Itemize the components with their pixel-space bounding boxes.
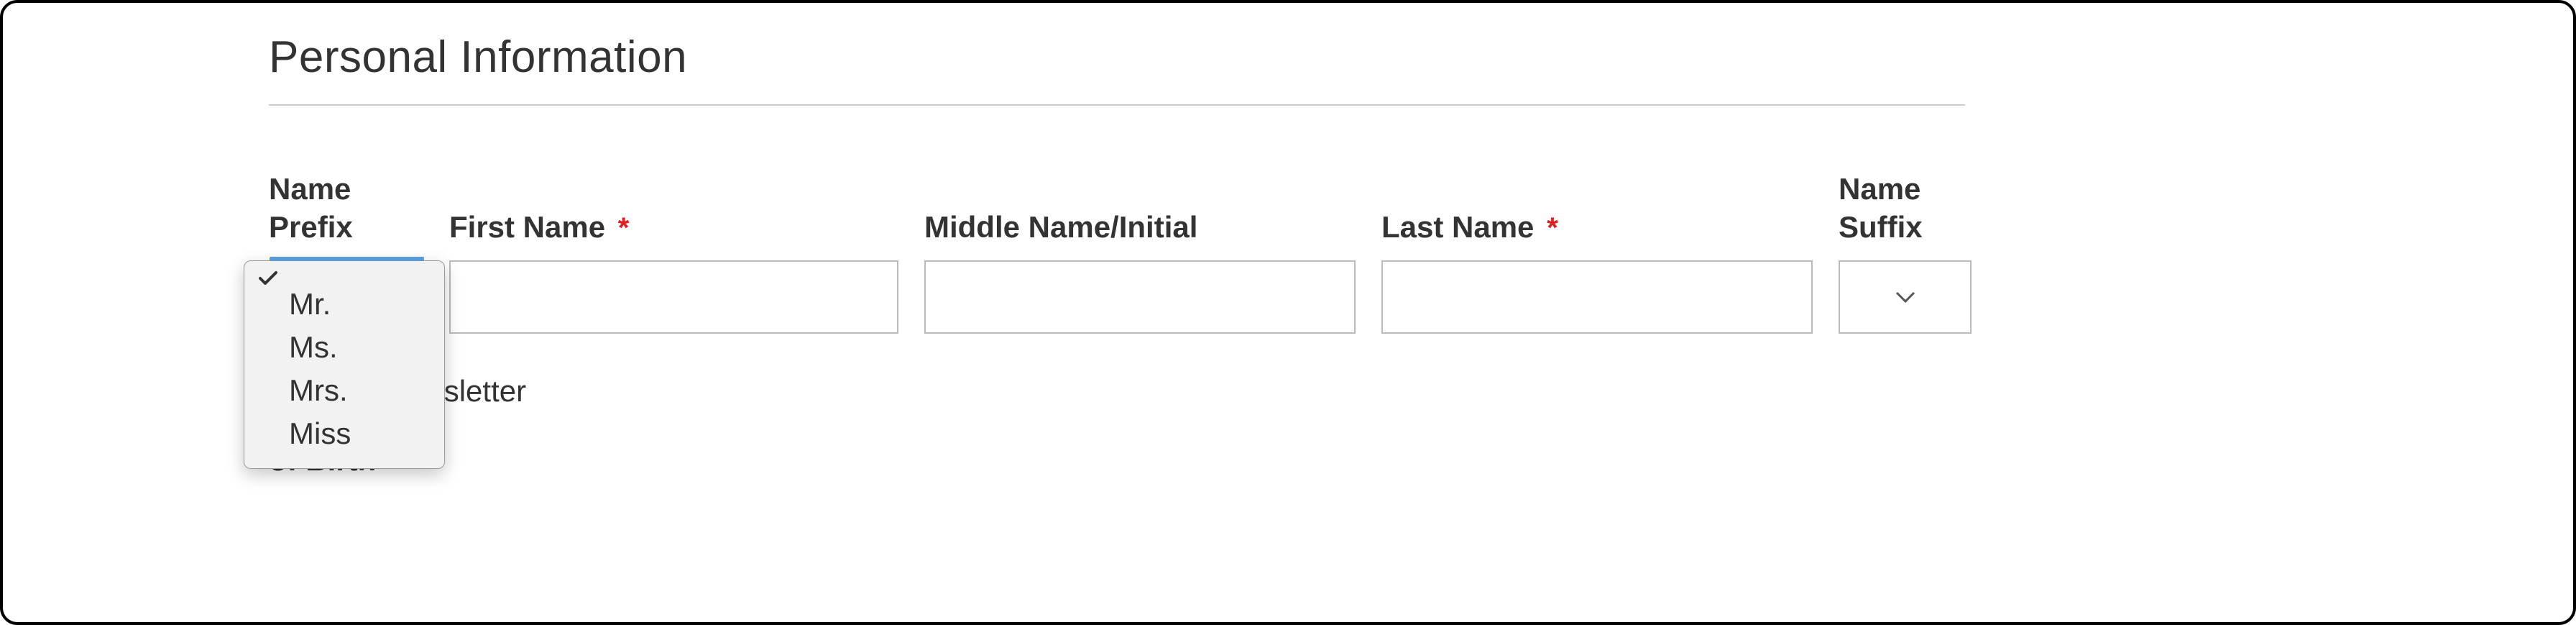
first-name-required-star: * [618,212,630,244]
prefix-option-blank[interactable] [244,274,444,283]
chevron-down-icon [1894,290,1917,304]
last-name-group: Last Name * [1381,209,1813,334]
middle-name-input[interactable] [924,260,1356,334]
last-name-label-text: Last Name [1381,210,1534,244]
name-suffix-group: Name Suffix [1839,170,1972,334]
content-area: Personal Information Name Prefix [3,3,2573,478]
section-divider [269,104,1965,106]
name-prefix-label-line2: Prefix [269,210,353,244]
prefix-focus-indicator [270,257,424,261]
name-prefix-label-line1: Name [269,172,351,206]
prefix-option-mrs[interactable]: Mrs. [244,369,444,412]
prefix-option-ms[interactable]: Ms. [244,326,444,369]
first-name-label: First Name * [449,209,898,247]
prefix-option-mr-label: Mr. [289,287,331,321]
prefix-option-miss[interactable]: Miss [244,412,444,455]
name-field-row: Name Prefix Mr. [269,170,2530,334]
middle-name-group: Middle Name/Initial [924,209,1356,334]
name-prefix-label: Name Prefix [269,170,423,246]
main-frame: Personal Information Name Prefix [0,0,2576,625]
last-name-label: Last Name * [1381,209,1813,247]
date-of-birth-label: of Birth [269,443,2530,478]
first-name-group: First Name * [449,209,898,334]
first-name-input[interactable] [449,260,898,334]
name-prefix-group: Name Prefix Mr. [269,170,423,334]
prefix-option-miss-label: Miss [289,416,351,450]
name-suffix-select[interactable] [1839,260,1972,334]
name-suffix-label: Name Suffix [1839,170,1972,246]
below-row: p for Newsletter of Birth [269,374,2530,478]
name-suffix-label-line2: Suffix [1839,210,1923,244]
prefix-option-mrs-label: Mrs. [289,373,348,407]
last-name-required-star: * [1547,212,1558,244]
section-title: Personal Information [269,32,2530,83]
last-name-input[interactable] [1381,260,1813,334]
prefix-option-mr[interactable]: Mr. [244,283,444,326]
first-name-label-text: First Name [449,210,605,244]
name-prefix-dropdown[interactable]: Mr. Ms. Mrs. Miss [244,260,445,469]
newsletter-row: p for Newsletter [269,374,2530,409]
prefix-option-ms-label: Ms. [289,330,338,364]
middle-name-label: Middle Name/Initial [924,209,1356,247]
middle-name-label-text: Middle Name/Initial [924,210,1197,244]
name-suffix-label-line1: Name [1839,172,1920,206]
